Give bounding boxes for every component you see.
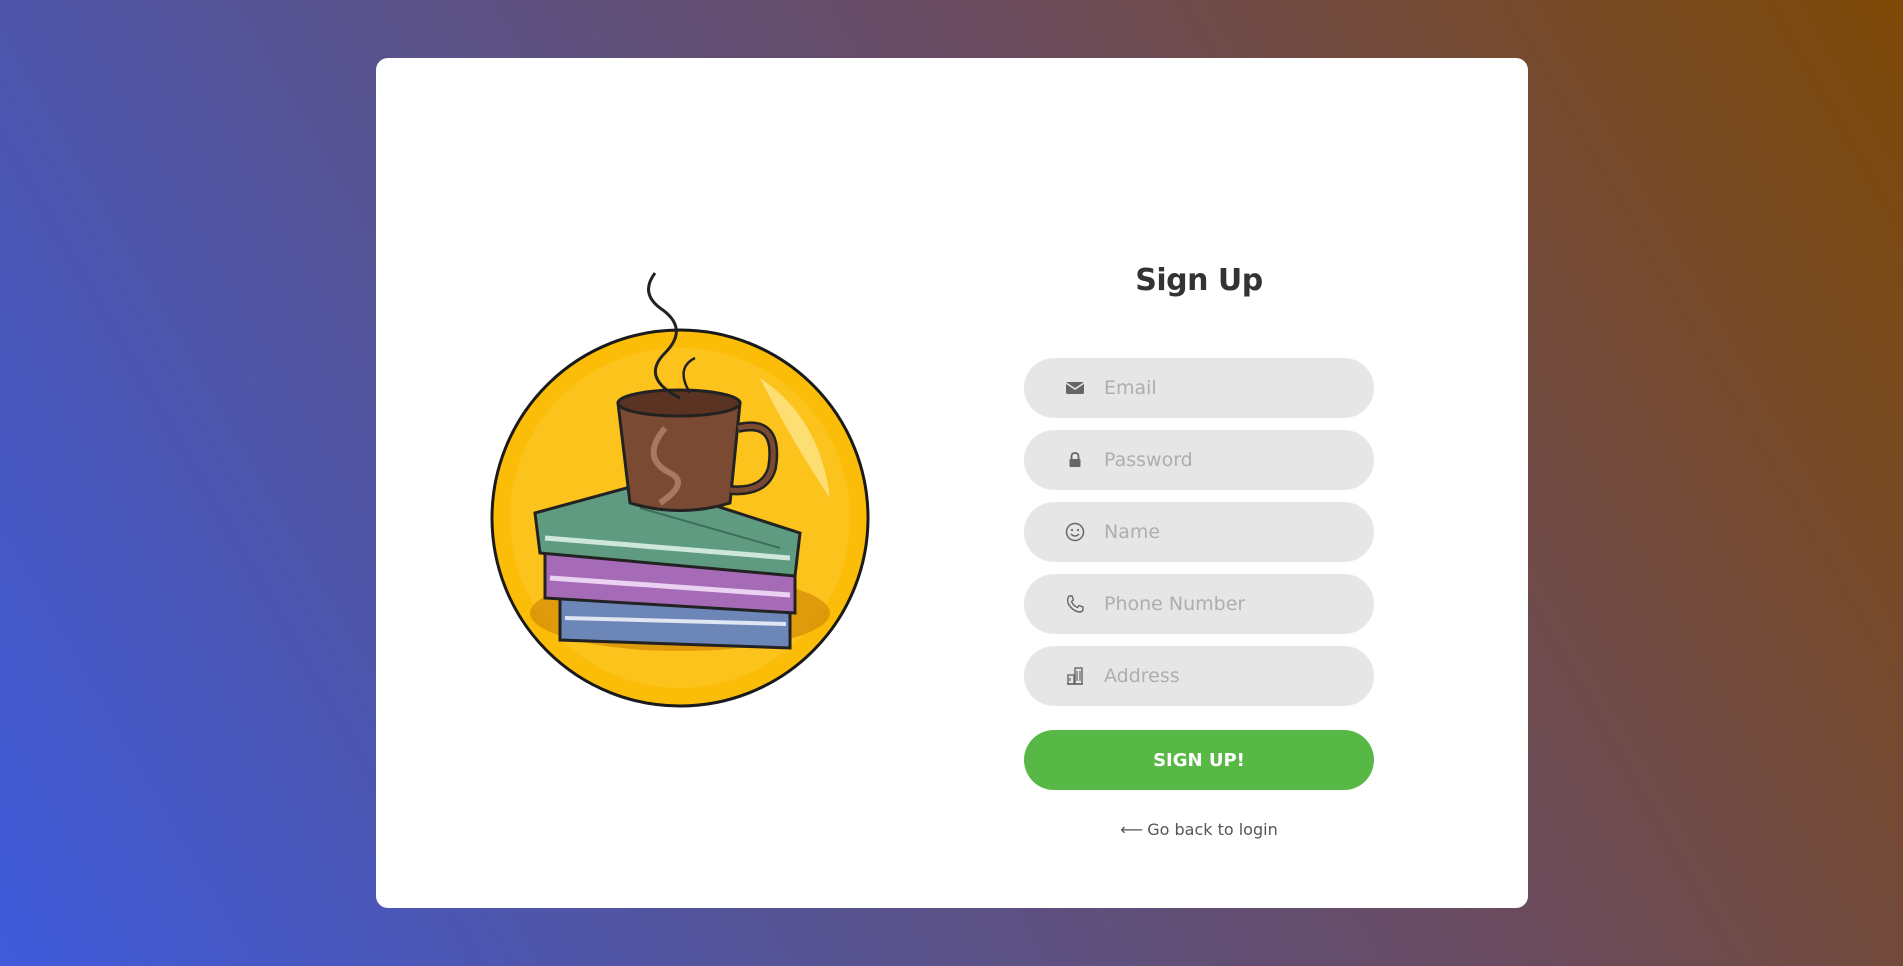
signup-button[interactable]: SIGN UP! [1024, 730, 1374, 790]
signup-card: Sign Up Email Name Phone Number Address … [376, 58, 1528, 908]
signup-form: Sign Up Email Name Phone Number Address … [1024, 263, 1374, 839]
coffee-books-illustration [490, 268, 870, 708]
phone-input[interactable] [1104, 574, 1354, 634]
name-input[interactable] [1104, 502, 1354, 562]
arrow-left-icon: ⟵ [1120, 820, 1144, 839]
lock-icon [1064, 449, 1086, 471]
form-fields [1024, 358, 1374, 706]
building-icon [1064, 665, 1086, 687]
coffee-books-image [490, 272, 870, 708]
phone-field[interactable] [1024, 574, 1374, 634]
password-input[interactable] [1104, 430, 1354, 490]
address-field[interactable] [1024, 646, 1374, 706]
smiley-icon [1064, 521, 1086, 543]
back-to-login-label: Go back to login [1147, 820, 1278, 839]
envelope-icon [1064, 377, 1086, 399]
phone-icon [1064, 593, 1086, 615]
name-field[interactable] [1024, 502, 1374, 562]
password-field[interactable] [1024, 430, 1374, 490]
back-to-login-link[interactable]: ⟵ Go back to login [1024, 820, 1374, 839]
email-input[interactable] [1104, 358, 1354, 418]
page-title: Sign Up [1135, 263, 1263, 298]
address-input[interactable] [1104, 646, 1354, 706]
email-field[interactable] [1024, 358, 1374, 418]
